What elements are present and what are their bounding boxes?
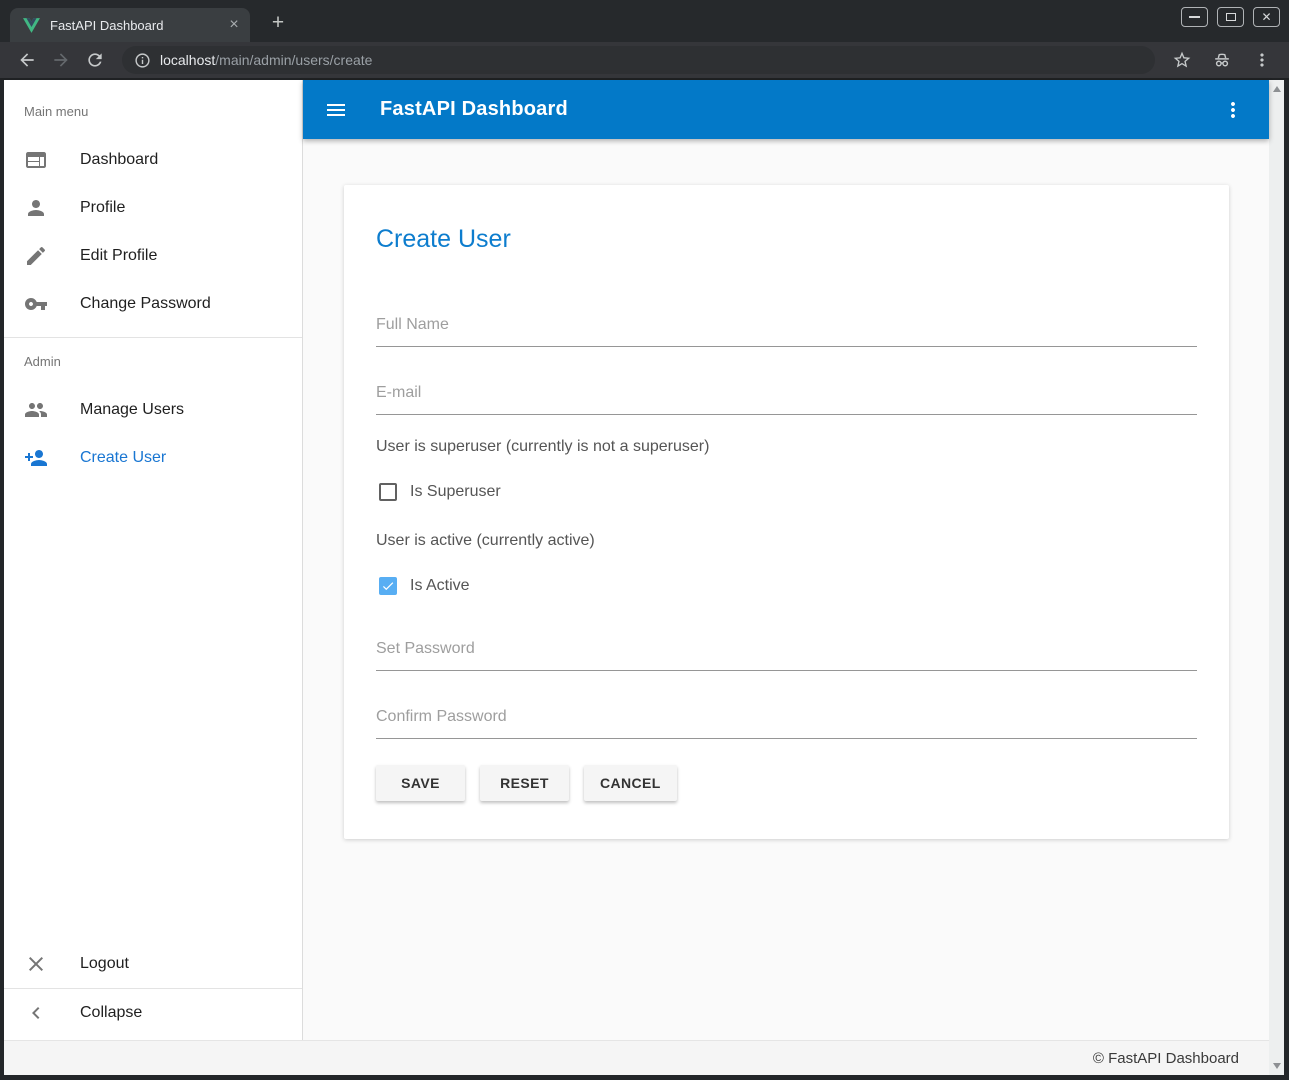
back-button[interactable] bbox=[10, 45, 44, 75]
hamburger-menu-icon[interactable] bbox=[324, 98, 348, 122]
superuser-checkbox-row[interactable]: Is Superuser bbox=[376, 480, 1197, 504]
sidebar-item-label: Dashboard bbox=[80, 151, 158, 169]
close-window-button[interactable]: ✕ bbox=[1253, 7, 1280, 27]
tab-close-icon[interactable]: × bbox=[224, 15, 244, 35]
site-info-icon[interactable] bbox=[134, 52, 151, 69]
reset-button[interactable]: RESET bbox=[480, 765, 569, 801]
key-icon bbox=[24, 292, 48, 316]
create-user-card: Create User User is superuser (currently… bbox=[344, 185, 1229, 839]
browser-toolbar: localhost/main/admin/users/create bbox=[0, 42, 1289, 80]
sidebar-item-label: Change Password bbox=[80, 295, 211, 313]
page-title: Create User bbox=[376, 225, 1197, 254]
app-bar-title: FastAPI Dashboard bbox=[380, 98, 568, 121]
confirm-password-input[interactable] bbox=[376, 706, 1197, 739]
sidebar-item-dashboard[interactable]: Dashboard bbox=[4, 136, 302, 184]
confirm-password-field-wrap bbox=[376, 692, 1197, 739]
sidebar-item-create-user[interactable]: Create User bbox=[4, 434, 302, 482]
footer-copyright: © FastAPI Dashboard bbox=[1093, 1050, 1239, 1067]
sidebar-item-collapse[interactable]: Collapse bbox=[4, 988, 302, 1036]
address-bar[interactable]: localhost/main/admin/users/create bbox=[122, 46, 1155, 74]
app-bar: FastAPI Dashboard bbox=[303, 80, 1269, 139]
superuser-checkbox[interactable] bbox=[379, 483, 397, 501]
sidebar-item-label: Create User bbox=[80, 449, 166, 467]
tab-title: FastAPI Dashboard bbox=[50, 18, 224, 33]
scrollbar-down-arrow-icon[interactable] bbox=[1273, 1063, 1281, 1069]
maximize-button[interactable] bbox=[1217, 7, 1244, 27]
superuser-checkbox-label: Is Superuser bbox=[410, 483, 501, 501]
active-checkbox-row[interactable]: Is Active bbox=[376, 574, 1197, 598]
sidebar-item-logout[interactable]: Logout bbox=[4, 940, 302, 988]
pencil-icon bbox=[24, 244, 48, 268]
url-host: localhost bbox=[160, 52, 215, 68]
email-input[interactable] bbox=[376, 382, 1197, 415]
sidebar-item-label: Edit Profile bbox=[80, 247, 157, 265]
chevron-left-icon bbox=[24, 1001, 48, 1025]
sidebar-item-edit-profile[interactable]: Edit Profile bbox=[4, 232, 302, 280]
browser-tab[interactable]: FastAPI Dashboard × bbox=[10, 8, 250, 42]
sidebar: Main menu Dashboard Profile Edit Profile… bbox=[4, 80, 303, 1040]
url-text: localhost/main/admin/users/create bbox=[160, 52, 372, 68]
sidebar-item-profile[interactable]: Profile bbox=[4, 184, 302, 232]
superuser-note: User is superuser (currently is not a su… bbox=[376, 436, 1197, 458]
vue-logo-icon bbox=[23, 18, 40, 33]
dashboard-web-icon bbox=[24, 148, 48, 172]
person-add-icon bbox=[24, 446, 48, 470]
save-button[interactable]: SAVE bbox=[376, 765, 465, 801]
url-path: /main/admin/users/create bbox=[215, 52, 372, 68]
page: Main menu Dashboard Profile Edit Profile… bbox=[4, 80, 1284, 1075]
group-icon bbox=[24, 398, 48, 422]
browser-tab-bar: FastAPI Dashboard × + ✕ bbox=[0, 0, 1289, 42]
scrollbar-up-arrow-icon[interactable] bbox=[1273, 86, 1281, 92]
browser-menu-kebab-icon[interactable] bbox=[1245, 45, 1279, 75]
email-field-wrap bbox=[376, 368, 1197, 415]
sidebar-item-label: Profile bbox=[80, 199, 125, 217]
sidebar-item-manage-users[interactable]: Manage Users bbox=[4, 386, 302, 434]
toolbar-actions bbox=[1165, 45, 1279, 75]
sidebar-section-main-menu: Main menu bbox=[4, 80, 302, 136]
app-bar-kebab-icon[interactable] bbox=[1221, 98, 1245, 122]
reload-button[interactable] bbox=[78, 45, 112, 75]
person-icon bbox=[24, 196, 48, 220]
sidebar-item-label: Collapse bbox=[80, 1004, 142, 1022]
bookmark-star-icon[interactable] bbox=[1165, 45, 1199, 75]
close-icon bbox=[24, 952, 48, 976]
minimize-button[interactable] bbox=[1181, 7, 1208, 27]
page-scrollbar[interactable] bbox=[1269, 80, 1284, 1075]
check-icon bbox=[381, 579, 395, 593]
full-name-field-wrap bbox=[376, 300, 1197, 347]
full-name-input[interactable] bbox=[376, 314, 1197, 347]
set-password-input[interactable] bbox=[376, 638, 1197, 671]
incognito-avatar-icon[interactable] bbox=[1205, 45, 1239, 75]
forward-button[interactable] bbox=[44, 45, 78, 75]
active-checkbox[interactable] bbox=[379, 577, 397, 595]
content-area: Create User User is superuser (currently… bbox=[303, 139, 1269, 1040]
sidebar-section-admin: Admin bbox=[4, 338, 302, 386]
sidebar-item-label: Logout bbox=[80, 955, 129, 973]
main-area: FastAPI Dashboard Create User User is su… bbox=[303, 80, 1269, 1040]
active-note: User is active (currently active) bbox=[376, 530, 1197, 552]
sidebar-item-label: Manage Users bbox=[80, 401, 184, 419]
page-footer: © FastAPI Dashboard bbox=[4, 1040, 1269, 1075]
cancel-button[interactable]: CANCEL bbox=[584, 765, 677, 801]
set-password-field-wrap bbox=[376, 624, 1197, 671]
active-checkbox-label: Is Active bbox=[410, 577, 470, 595]
form-buttons: SAVE RESET CANCEL bbox=[376, 765, 1197, 801]
window-controls: ✕ bbox=[1181, 7, 1280, 27]
new-tab-button[interactable]: + bbox=[264, 10, 292, 38]
sidebar-item-change-password[interactable]: Change Password bbox=[4, 280, 302, 328]
